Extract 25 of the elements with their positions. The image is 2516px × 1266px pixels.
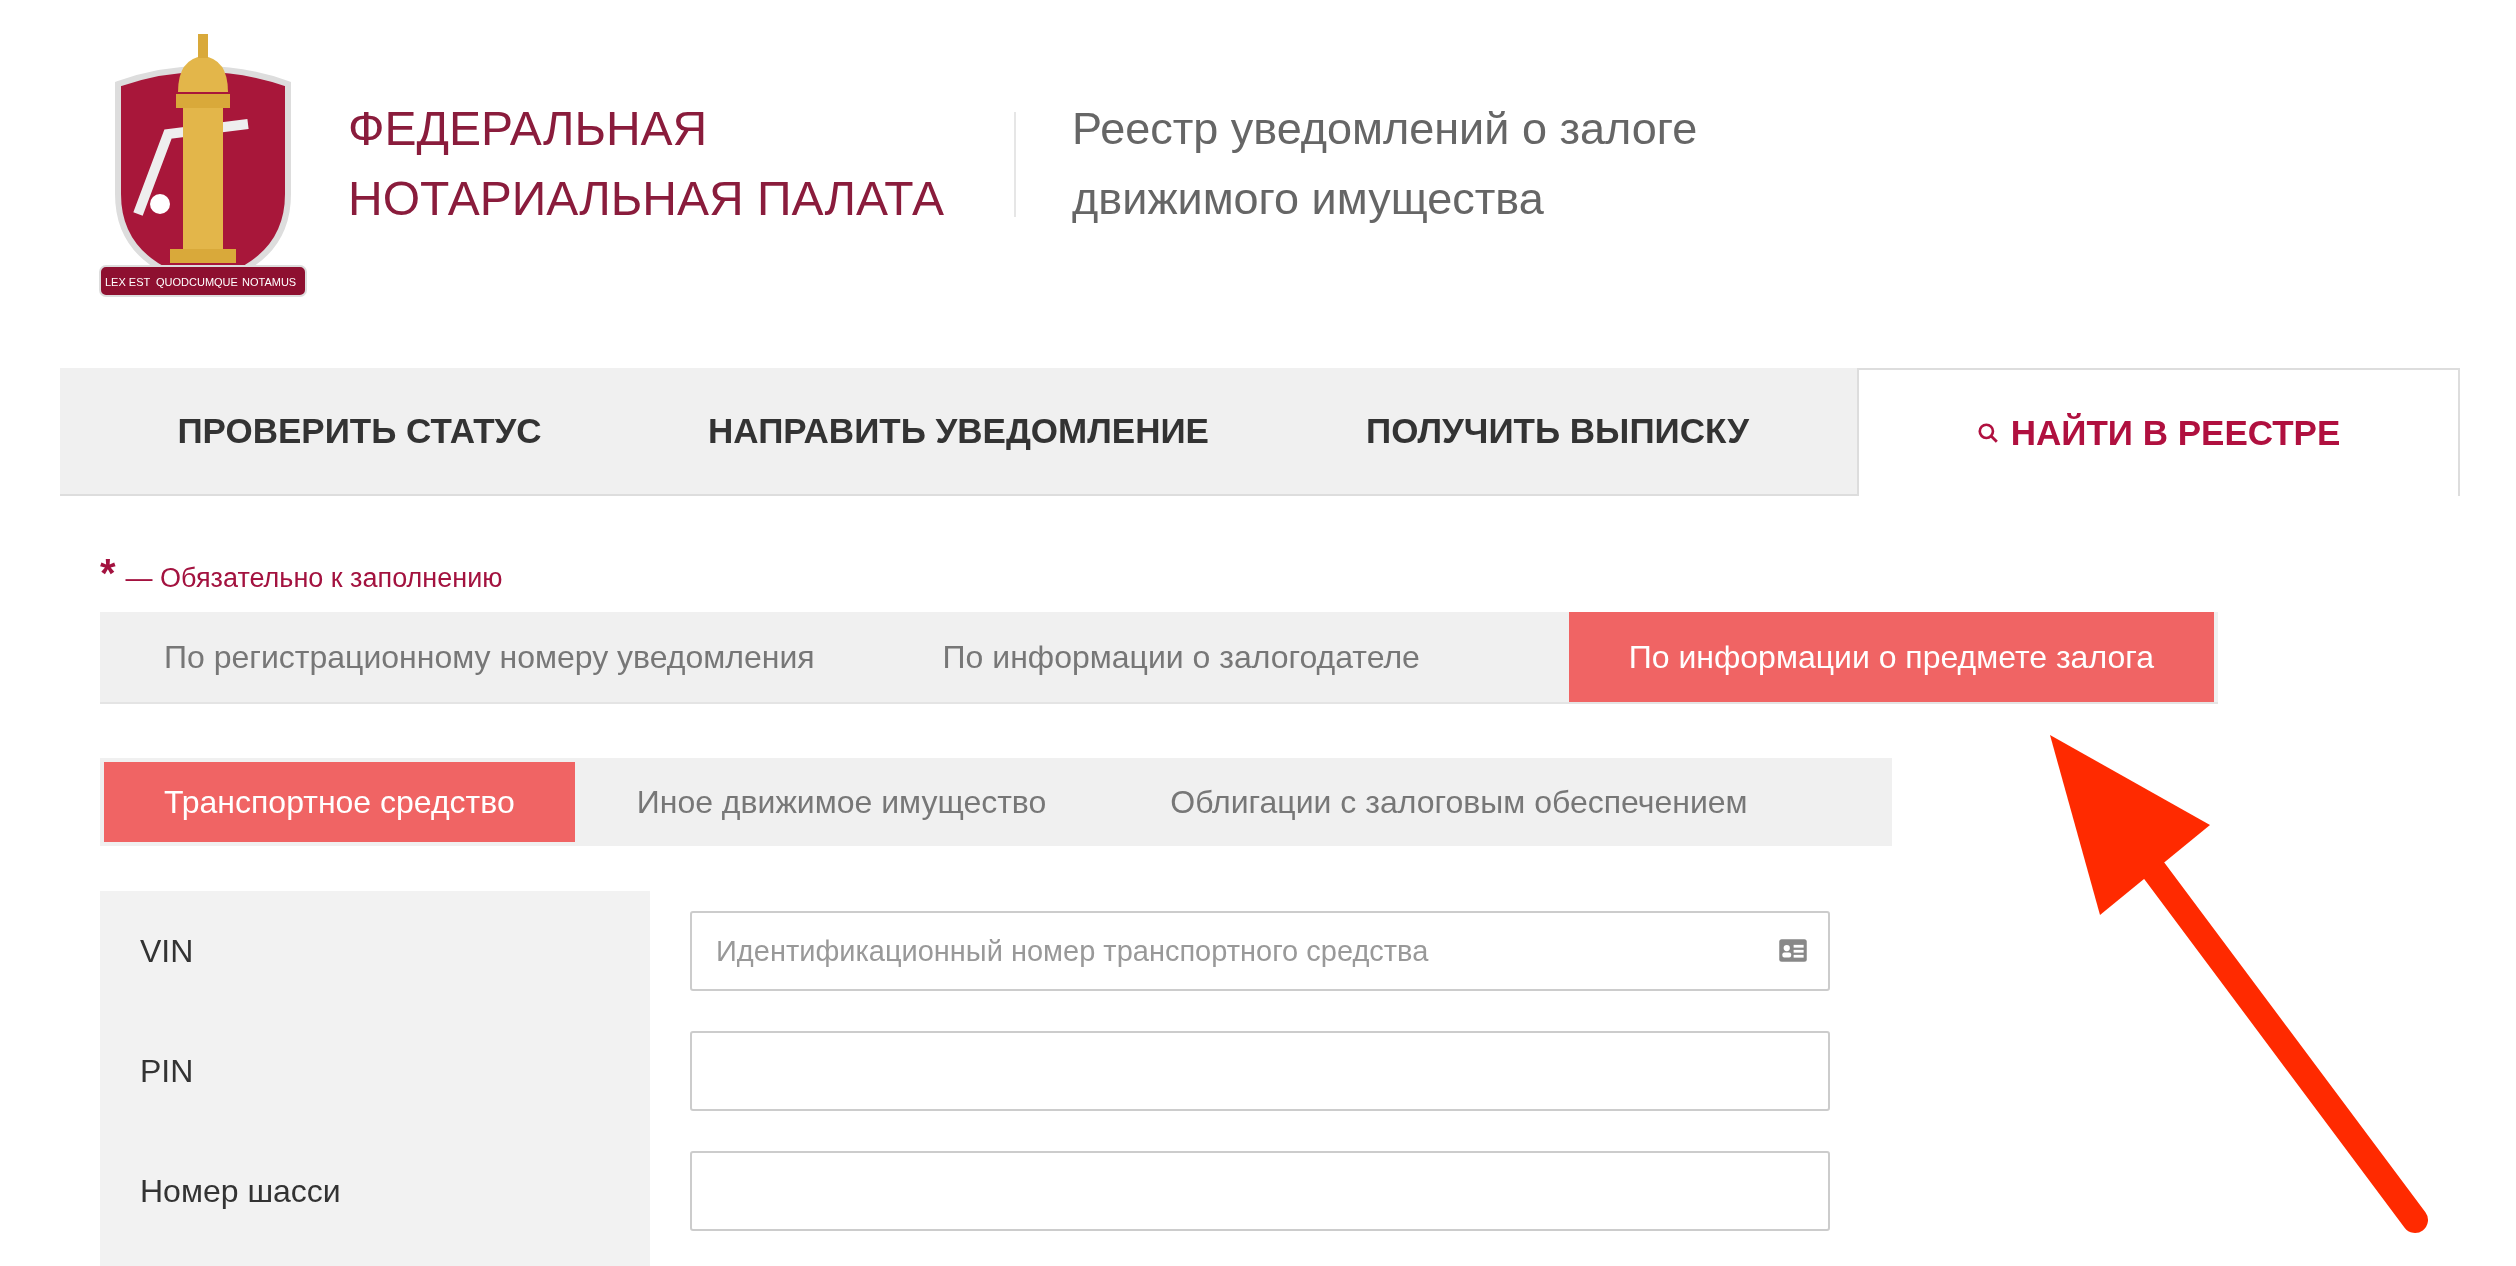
field-label: PIN	[140, 1052, 194, 1090]
search-type-tab[interactable]: По регистрационному номеру уведомления	[100, 612, 879, 702]
search-icon	[1976, 422, 1999, 444]
required-mark: *	[100, 558, 116, 588]
required-note: — Обязательно к заполнению	[125, 563, 503, 594]
property-type-tab[interactable]: Транспортное средство	[104, 762, 575, 842]
emblem-motto: QUODCUMQUE	[156, 276, 238, 288]
nav-tab[interactable]: ПРОВЕРИТЬ СТАТУС	[60, 368, 659, 494]
property-type-tab[interactable]: Облигации с залоговым обеспечением	[1108, 762, 1810, 842]
id-card-icon	[1778, 938, 1808, 963]
nav-tab[interactable]: НАЙТИ В РЕЕСТРЕ	[1857, 368, 2460, 496]
nav-tab[interactable]: ПОЛУЧИТЬ ВЫПИСКУ	[1258, 368, 1857, 494]
emblem-motto: LEX EST	[105, 276, 151, 288]
property-type-tab[interactable]: Иное движимое имущество	[574, 762, 1109, 842]
nav-tab[interactable]: НАПРАВИТЬ УВЕДОМЛЕНИЕ	[659, 368, 1258, 494]
field-label: Номер шасси	[140, 1172, 341, 1210]
search-type-tab[interactable]: По информации о залогодателе	[878, 612, 1484, 702]
registry-title: движимого имущества	[1072, 172, 1545, 226]
registry-title: Реестр уведомлений о залоге	[1072, 102, 1698, 156]
organization-name: НОТАРИАЛЬНАЯ ПАЛАТА	[348, 171, 945, 227]
input-field[interactable]: Идентификационный номер транспортного средства	[690, 911, 1830, 991]
emblem-motto: NOTAMUS	[242, 276, 297, 288]
field-label: VIN	[140, 932, 194, 970]
search-type-tab[interactable]: По информации о предмете залога	[1568, 612, 2214, 702]
organization-name: ФЕДЕРАЛЬНАЯ	[348, 101, 709, 157]
